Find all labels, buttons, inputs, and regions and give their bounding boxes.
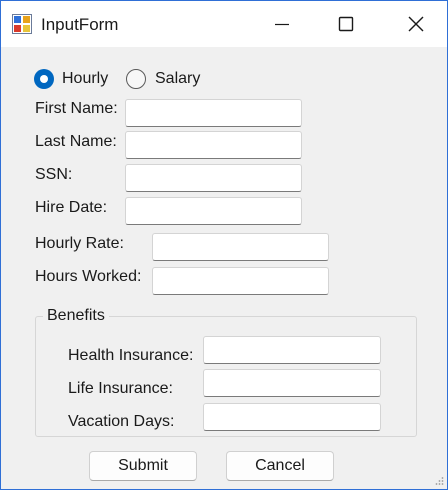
window-title: InputForm [41, 15, 119, 34]
minimize-icon [275, 23, 289, 26]
hours-worked-field[interactable] [152, 267, 329, 295]
close-button[interactable] [393, 1, 439, 47]
maximize-button[interactable] [323, 1, 369, 47]
salary-radio[interactable] [126, 69, 146, 89]
hourly-radio-label[interactable]: Hourly [62, 70, 108, 88]
life-insurance-field[interactable] [203, 369, 381, 397]
cancel-button[interactable]: Cancel [226, 451, 334, 481]
minimize-button[interactable] [259, 1, 305, 47]
vacation-days-field[interactable] [203, 403, 381, 431]
health-insurance-label: Health Insurance: [68, 347, 194, 364]
first-name-label: First Name: [35, 100, 118, 117]
vacation-days-label: Vacation Days: [68, 413, 175, 430]
hire-date-label: Hire Date: [35, 199, 108, 216]
first-name-field[interactable] [125, 99, 302, 127]
close-icon [408, 16, 424, 32]
life-insurance-label: Life Insurance: [68, 380, 173, 397]
submit-button[interactable]: Submit [89, 451, 197, 481]
title-bar[interactable]: InputForm [1, 1, 447, 47]
input-form-window: InputForm Hourly Salary First Name: Last… [0, 0, 448, 490]
hours-worked-label: Hours Worked: [35, 268, 142, 285]
hourly-radio[interactable] [34, 69, 54, 89]
ssn-label: SSN: [35, 166, 73, 183]
maximize-icon [338, 16, 354, 32]
app-form-icon [12, 14, 32, 34]
last-name-field[interactable] [125, 131, 302, 159]
last-name-label: Last Name: [35, 133, 117, 150]
hire-date-field[interactable] [125, 197, 302, 225]
benefits-legend: Benefits [43, 307, 109, 325]
hourly-rate-field[interactable] [152, 233, 329, 261]
resize-grip-icon[interactable] [434, 476, 444, 486]
health-insurance-field[interactable] [203, 336, 381, 364]
ssn-field[interactable] [125, 164, 302, 192]
salary-radio-label[interactable]: Salary [155, 70, 200, 88]
hourly-rate-label: Hourly Rate: [35, 235, 124, 252]
